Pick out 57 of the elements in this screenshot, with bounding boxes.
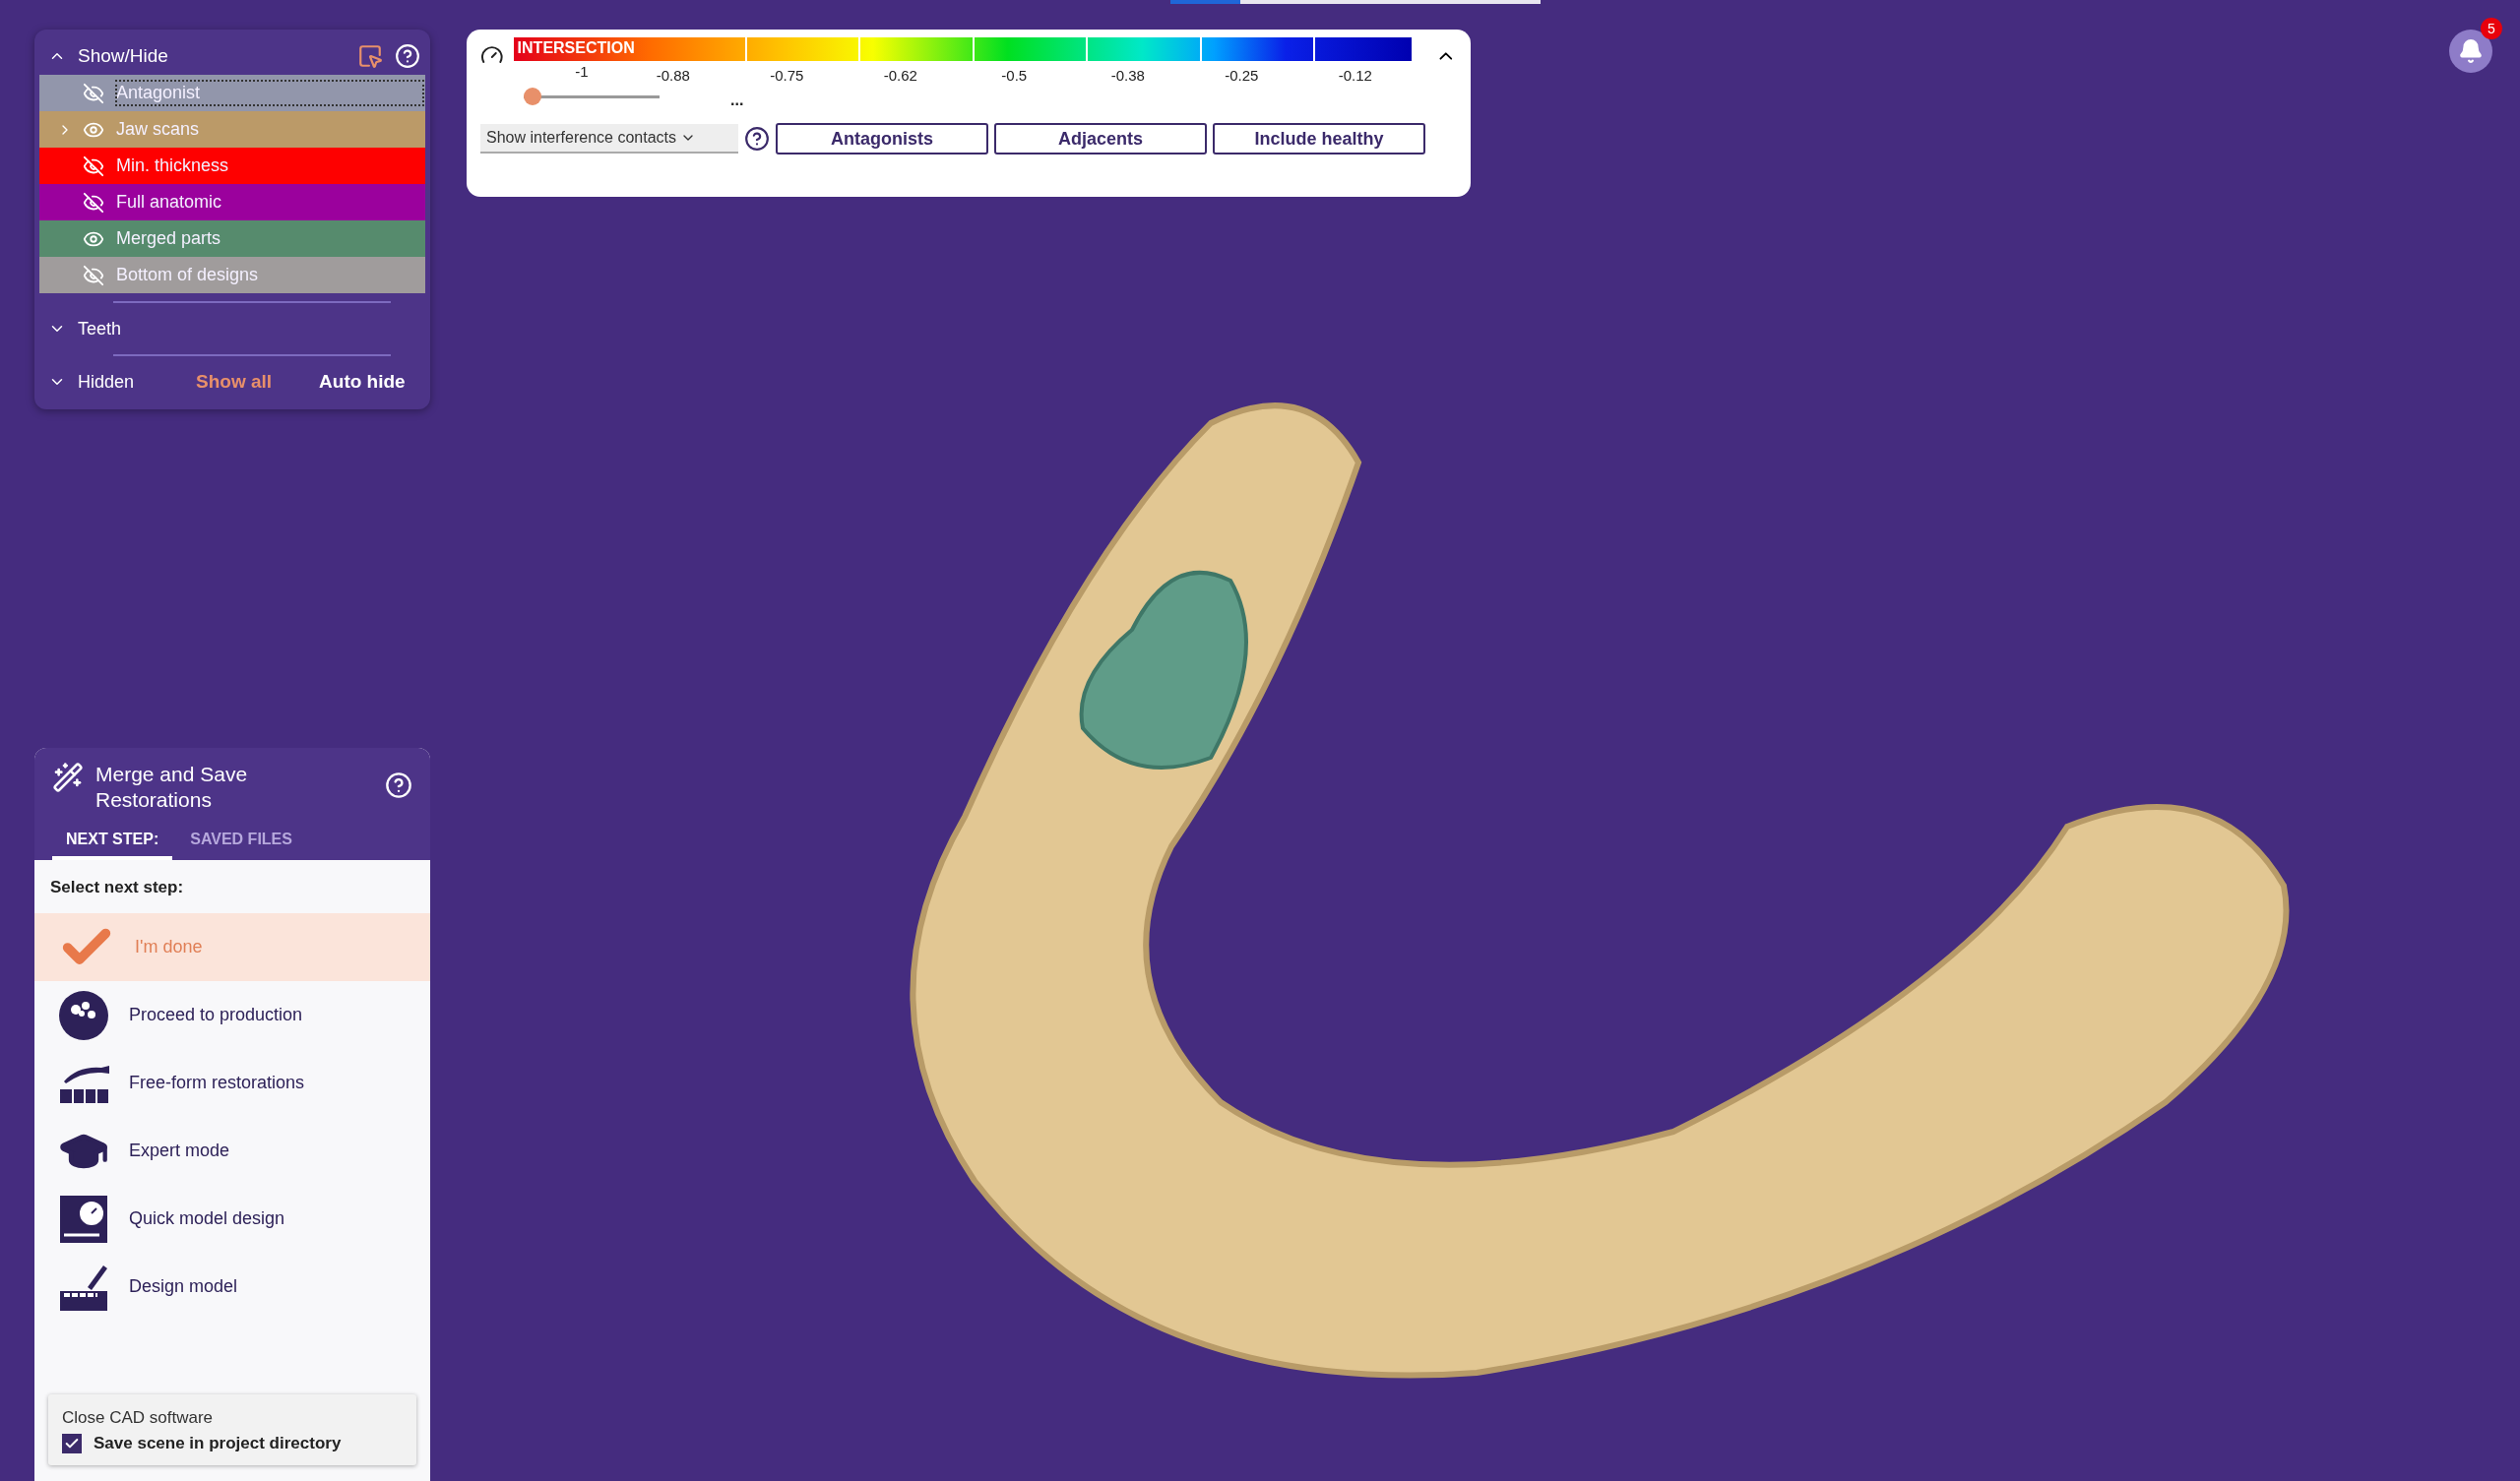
scale-label: -0.75 <box>769 67 805 84</box>
step-label: Proceed to production <box>129 1005 303 1025</box>
layer-label: Full anatomic <box>115 191 223 214</box>
scale-label: -0.38 <box>1109 67 1146 84</box>
step-label: Quick model design <box>129 1208 285 1229</box>
help-icon[interactable] <box>744 126 770 152</box>
checkbox[interactable] <box>62 1434 82 1453</box>
contacts-dropdown[interactable]: Show interference contacts <box>480 124 738 154</box>
show-all-button[interactable]: Show all <box>192 369 277 395</box>
step-label: I'm done <box>135 937 203 957</box>
touch-screen-icon[interactable] <box>357 43 383 69</box>
scale-label: -1 <box>574 63 590 82</box>
magic-wand-icon <box>52 762 84 793</box>
step-option[interactable]: Expert mode <box>34 1117 430 1185</box>
step-option[interactable]: Design model <box>34 1253 430 1321</box>
scale-label: -0.62 <box>882 67 918 84</box>
bell-icon <box>2458 38 2484 64</box>
tab[interactable]: SAVED FILES <box>176 825 306 860</box>
section-label[interactable]: Hidden <box>78 371 180 393</box>
step-label: Free-form restorations <box>129 1073 305 1093</box>
eye-off-icon[interactable] <box>83 191 104 214</box>
scale-title: INTERSECTION <box>517 39 635 57</box>
layer-row[interactable]: Min. thickness <box>39 148 425 184</box>
filter-button[interactable]: Include healthy <box>1213 123 1425 154</box>
filter-button[interactable]: Adjacents <box>994 123 1207 154</box>
step-label: Design model <box>129 1276 238 1297</box>
stopwatch-icon <box>58 1193 109 1245</box>
more-label[interactable]: ... <box>730 92 744 109</box>
section-label[interactable]: Teeth <box>78 318 122 339</box>
scale-label: -0.12 <box>1337 67 1373 84</box>
scale-label: -0.5 <box>1000 67 1029 84</box>
slider-thumb[interactable] <box>524 88 541 105</box>
prompt-text: Select next step: <box>50 878 185 897</box>
panel-title: Merge and Save Restorations <box>95 762 249 813</box>
tab[interactable]: NEXT STEP: <box>52 825 173 860</box>
checkbox-label[interactable]: Save scene in project directory <box>94 1434 342 1453</box>
layer-label: Merged parts <box>115 227 222 250</box>
eye-off-icon[interactable] <box>83 154 104 177</box>
filter-button[interactable]: Antagonists <box>776 123 988 154</box>
scale-label: -0.88 <box>655 67 691 84</box>
step-option[interactable]: Quick model design <box>34 1185 430 1253</box>
panel-title: Show/Hide <box>78 45 169 67</box>
layer-label: Min. thickness <box>115 154 230 177</box>
step-option[interactable]: Proceed to production <box>34 981 430 1049</box>
layer-label: Jaw scans <box>115 118 201 141</box>
step-label: Expert mode <box>129 1141 230 1161</box>
card-title: Close CAD software <box>62 1408 215 1428</box>
layer-label: Bottom of designs <box>115 264 260 286</box>
layer-row[interactable]: Merged parts <box>39 220 425 257</box>
eye-off-icon[interactable] <box>83 82 104 104</box>
layer-label: Antagonist <box>114 79 425 107</box>
layer-row[interactable]: Full anatomic <box>39 184 425 220</box>
scale-label: -0.25 <box>1224 67 1260 84</box>
notification-badge: 5 <box>2481 18 2502 39</box>
auto-hide-button[interactable]: Auto hide <box>315 369 410 395</box>
dotted-ball-icon <box>58 989 109 1041</box>
step-option[interactable]: Free-form restorations <box>34 1049 430 1117</box>
